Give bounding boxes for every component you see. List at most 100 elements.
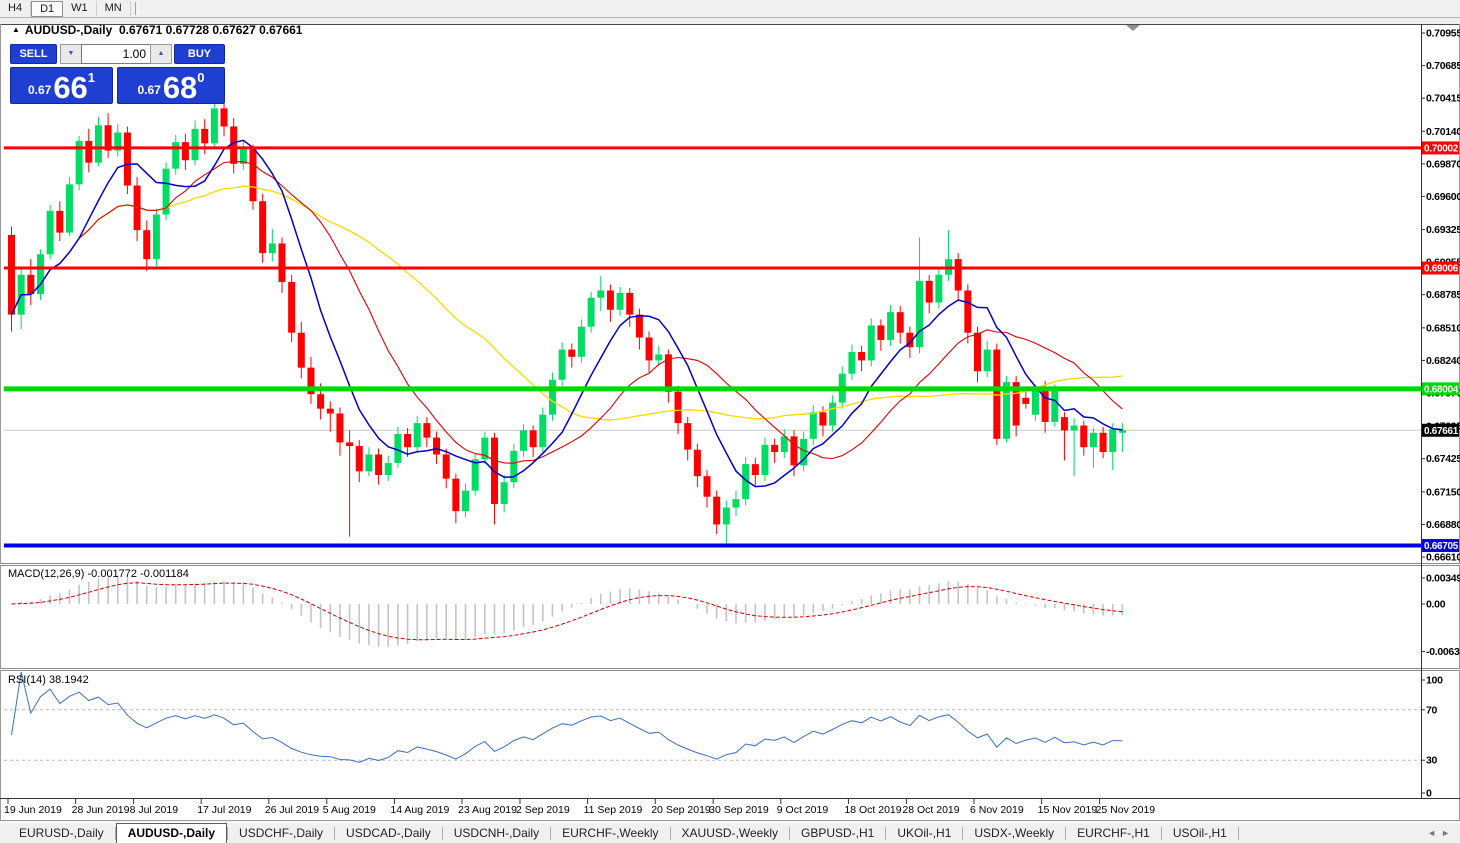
- svg-text:0.66610: 0.66610: [1426, 551, 1460, 563]
- price-label-box: 0.66705: [1422, 539, 1459, 552]
- svg-text:0.68785: 0.68785: [1426, 289, 1460, 301]
- svg-text:0.70140: 0.70140: [1426, 126, 1460, 138]
- timeframe-toolbar: H4D1W1MN: [0, 0, 1460, 18]
- buy-price-box[interactable]: 0.67 68 0: [117, 67, 225, 104]
- chart-tab-usdx-weekly[interactable]: USDX-,Weekly: [963, 823, 1065, 843]
- buy-button[interactable]: BUY: [174, 44, 225, 64]
- tab-scroll-right-icon[interactable]: ►: [1441, 828, 1455, 838]
- svg-text:9 Oct 2019: 9 Oct 2019: [777, 804, 829, 816]
- svg-text:0.00349: 0.00349: [1426, 572, 1460, 584]
- svg-text:5 Aug 2019: 5 Aug 2019: [323, 804, 376, 816]
- chart-tab-usoil-h1[interactable]: USOil-,H1: [1162, 823, 1238, 843]
- symbol-name: AUDUSD-,Daily: [25, 23, 112, 37]
- chart-tab-eurusd-daily[interactable]: EURUSD-,Daily: [8, 823, 115, 843]
- svg-text:0.70685: 0.70685: [1426, 60, 1460, 72]
- sell-price-prefix: 0.67: [28, 83, 51, 97]
- svg-text:0.69600: 0.69600: [1426, 191, 1460, 203]
- chart-tab-eurchf-h1[interactable]: EURCHF-,H1: [1066, 823, 1161, 843]
- price-label-box: 0.68004: [1422, 382, 1459, 395]
- svg-text:6 Nov 2019: 6 Nov 2019: [970, 804, 1024, 816]
- sell-button[interactable]: SELL: [10, 44, 57, 64]
- svg-text:15 Nov 2019: 15 Nov 2019: [1038, 804, 1098, 816]
- chart-tab-audusd-daily[interactable]: AUDUSD-,Daily: [116, 823, 227, 843]
- svg-text:14 Aug 2019: 14 Aug 2019: [390, 804, 449, 816]
- chart-tab-usdcad-daily[interactable]: USDCAD-,Daily: [335, 823, 442, 843]
- collapse-panel-icon[interactable]: ▲: [12, 25, 20, 34]
- chart-tab-ukoil-h1[interactable]: UKOil-,H1: [886, 823, 962, 843]
- svg-text:17 Jul 2019: 17 Jul 2019: [197, 804, 251, 816]
- svg-text:0.68240: 0.68240: [1426, 355, 1460, 367]
- rsi-title: RSI(14): [8, 674, 46, 686]
- symbol-header: ▲ AUDUSD-,Daily 0.67671 0.67728 0.67627 0…: [12, 23, 302, 37]
- svg-text:28 Oct 2019: 28 Oct 2019: [902, 804, 959, 816]
- timeframe-button-d1[interactable]: D1: [31, 1, 63, 17]
- chart-tabs-bar: EURUSD-,DailyAUDUSD-,DailyUSDCHF-,DailyU…: [0, 822, 1460, 843]
- svg-text:0.70415: 0.70415: [1426, 93, 1460, 105]
- symbol-ohlc-values: 0.67671 0.67728 0.67627 0.67661: [119, 23, 303, 37]
- svg-text:30 Sep 2019: 30 Sep 2019: [709, 804, 769, 816]
- svg-text:0.68510: 0.68510: [1426, 322, 1460, 334]
- svg-text:0.69870: 0.69870: [1426, 158, 1460, 170]
- buy-price-big: 68: [163, 73, 197, 102]
- svg-text:0.67661: 0.67661: [1424, 426, 1459, 437]
- chart-tab-usdcnh-daily[interactable]: USDCNH-,Daily: [443, 823, 550, 843]
- toolbar-separator: [135, 2, 139, 15]
- buy-price-prefix: 0.67: [137, 83, 160, 97]
- svg-text:0.69006: 0.69006: [1424, 264, 1459, 275]
- price-label-box: 0.69006: [1422, 262, 1459, 275]
- svg-text:20 Sep 2019: 20 Sep 2019: [651, 804, 711, 816]
- macd-values: -0.001772 -0.001184: [87, 568, 188, 580]
- svg-text:25 Nov 2019: 25 Nov 2019: [1096, 804, 1156, 816]
- timeframe-button-w1[interactable]: W1: [63, 1, 97, 16]
- trading-terminal: H4D1W1MN 0.70955 0.70685 0.70415 0.70140 0.6…: [0, 0, 1460, 843]
- volume-decrease-button[interactable]: ▼: [60, 44, 82, 64]
- svg-text:0.68004: 0.68004: [1424, 384, 1459, 395]
- price-label-box: 0.67661: [1422, 424, 1459, 437]
- svg-text:0.66705: 0.66705: [1424, 541, 1459, 552]
- rsi-label: RSI(14) 38.1942: [8, 674, 89, 686]
- svg-text:11 Sep 2019: 11 Sep 2019: [584, 804, 643, 816]
- tab-separator: [1238, 827, 1239, 840]
- macd-title: MACD(12,26,9): [8, 568, 84, 580]
- svg-text:-0.00637: -0.00637: [1426, 646, 1460, 658]
- svg-text:26 Jul 2019: 26 Jul 2019: [265, 804, 319, 816]
- chart-tab-usdchf-daily[interactable]: USDCHF-,Daily: [228, 823, 334, 843]
- tab-scroll-left-icon[interactable]: ◄: [1427, 828, 1441, 838]
- svg-text:0.69325: 0.69325: [1426, 224, 1460, 236]
- sell-price-box[interactable]: 0.67 66 1: [10, 67, 113, 104]
- macd-label: MACD(12,26,9) -0.001772 -0.001184: [8, 568, 189, 580]
- chart-tab-eurchf-weekly[interactable]: EURCHF-,Weekly: [551, 823, 669, 843]
- svg-text:0.00: 0.00: [1426, 599, 1446, 611]
- price-label-box: 0.70002: [1422, 141, 1459, 154]
- rsi-value: 38.1942: [49, 674, 89, 686]
- svg-text:0: 0: [1426, 788, 1432, 800]
- svg-text:70: 70: [1426, 704, 1438, 716]
- volume-input[interactable]: [81, 44, 151, 64]
- timeframe-button-h4[interactable]: H4: [0, 1, 31, 16]
- svg-text:2 Sep 2019: 2 Sep 2019: [516, 804, 570, 816]
- svg-text:0.70002: 0.70002: [1424, 143, 1459, 154]
- chevron-up-icon: ▲: [158, 50, 165, 57]
- svg-text:0.67150: 0.67150: [1426, 486, 1460, 498]
- buy-price-sup: 0: [197, 70, 204, 85]
- svg-text:8 Jul 2019: 8 Jul 2019: [130, 804, 179, 816]
- chart-tab-xauusd-weekly[interactable]: XAUUSD-,Weekly: [671, 823, 789, 843]
- svg-text:23 Aug 2019: 23 Aug 2019: [458, 804, 517, 816]
- chart-tab-gbpusd-h1[interactable]: GBPUSD-,H1: [790, 823, 885, 843]
- timeframe-button-mn[interactable]: MN: [97, 1, 131, 16]
- svg-text:0.67425: 0.67425: [1426, 453, 1460, 465]
- svg-text:18 Oct 2019: 18 Oct 2019: [844, 804, 901, 816]
- chart-canvas[interactable]: 0.70955 0.70685 0.70415 0.70140 0.69870 0.696…: [0, 0, 1460, 843]
- svg-text:30: 30: [1426, 755, 1438, 767]
- volume-increase-button[interactable]: ▲: [150, 44, 172, 64]
- svg-text:0.66880: 0.66880: [1426, 519, 1460, 531]
- svg-text:28 Jun 2019: 28 Jun 2019: [72, 804, 130, 816]
- sell-price-big: 66: [53, 73, 87, 102]
- svg-text:0.70955: 0.70955: [1426, 28, 1460, 40]
- tab-nav-arrows[interactable]: ◄►: [1427, 828, 1455, 838]
- svg-text:19 Jun 2019: 19 Jun 2019: [4, 804, 62, 816]
- sell-price-sup: 1: [88, 70, 95, 85]
- chevron-down-icon: ▼: [68, 50, 75, 57]
- svg-text:100: 100: [1426, 675, 1443, 687]
- one-click-trading-panel: SELL ▼ ▲ BUY 0.67 66 1 0.67 68 0: [10, 44, 225, 104]
